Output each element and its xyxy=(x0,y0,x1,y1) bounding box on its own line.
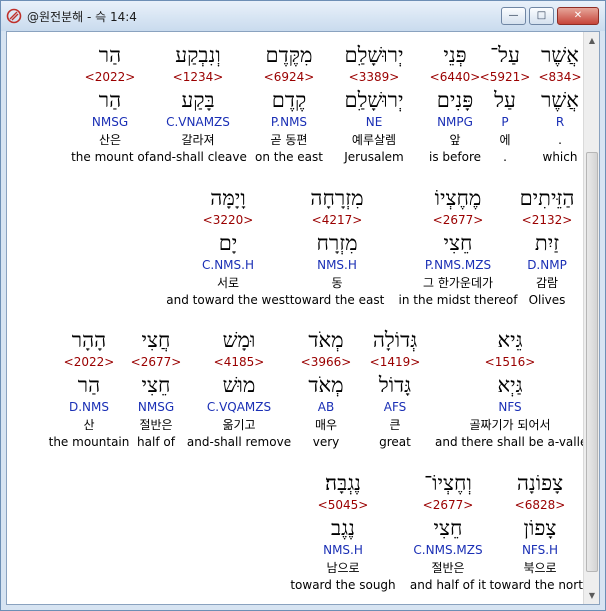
english-gloss: the mountain xyxy=(48,435,130,449)
lemma-word: נֶגֶב xyxy=(331,516,355,540)
window-title: @원전분해 - 슥 14:4 xyxy=(27,9,137,24)
hebrew-word: הַר xyxy=(98,43,122,67)
app-window: @원전분해 - 슥 14:4 — □ ✕ אֲשֶׁר <834> אֲשֶׁר R.… xyxy=(0,0,606,611)
maximize-icon[interactable]: □ xyxy=(529,7,554,25)
interlinear-content: אֲשֶׁר <834> אֲשֶׁר R. which עַל־ <5921> עַל P 에.… xyxy=(7,32,585,604)
vertical-scrollbar[interactable]: ▲ ▼ xyxy=(583,32,599,604)
english-gloss: and toward the west xyxy=(166,293,290,307)
korean-gloss: 산 xyxy=(83,418,95,432)
korean-gloss: 산은 xyxy=(98,133,122,147)
close-icon[interactable]: ✕ xyxy=(557,7,599,25)
lemma-word: הַר xyxy=(98,88,122,112)
scroll-up-icon[interactable]: ▲ xyxy=(584,32,599,49)
word-block[interactable]: הָהָר <2022> הַר D.NMS 산 the mountain xyxy=(14,327,164,450)
lemma-word: יָם xyxy=(218,231,238,255)
scroll-thumb[interactable] xyxy=(586,152,598,572)
strong-number: <2022> xyxy=(84,70,136,84)
strong-number: <5045> xyxy=(317,498,369,512)
parsing-code: NMSG xyxy=(91,115,129,129)
english-gloss: the mount of xyxy=(71,150,149,164)
korean-gloss: 남으로 xyxy=(326,561,360,575)
lemma-word: הַר xyxy=(77,373,101,397)
parsing-code: NMS.H xyxy=(323,543,363,557)
window-controls: — □ ✕ xyxy=(501,7,599,25)
strong-number: <2022> xyxy=(63,355,115,369)
word-block[interactable]: נֶגְבָּה׃ <5045> נֶגֶב NMS.H 남으로 toward the s… xyxy=(268,470,418,593)
app-logo-icon[interactable] xyxy=(5,7,23,25)
parsing-code: C.NMS.H xyxy=(202,258,254,272)
korean-gloss: 서로 xyxy=(216,276,240,290)
strong-number: <3220> xyxy=(202,213,254,227)
scroll-down-icon[interactable]: ▼ xyxy=(584,587,599,604)
word-block[interactable]: הַר <2022> הַר NMSG 산은 the mount of xyxy=(35,42,185,165)
title-bar[interactable]: @원전분해 - 슥 14:4 — □ ✕ xyxy=(1,1,605,31)
interlinear-view[interactable]: אֲשֶׁר <834> אֲשֶׁר R. which עַל־ <5921> עַל P 에.… xyxy=(6,31,600,605)
hebrew-word: וָיָמָּה xyxy=(210,186,246,210)
word-block[interactable]: וָיָמָּה <3220> יָם C.NMS.H 서로 and toward the… xyxy=(153,185,303,308)
minimize-icon[interactable]: — xyxy=(501,7,526,25)
hebrew-word: נֶגְבָּה׃ xyxy=(325,471,361,495)
parsing-code: D.NMS xyxy=(68,400,109,414)
english-gloss: toward the sough xyxy=(290,578,396,592)
hebrew-word: הָהָר xyxy=(71,328,107,352)
